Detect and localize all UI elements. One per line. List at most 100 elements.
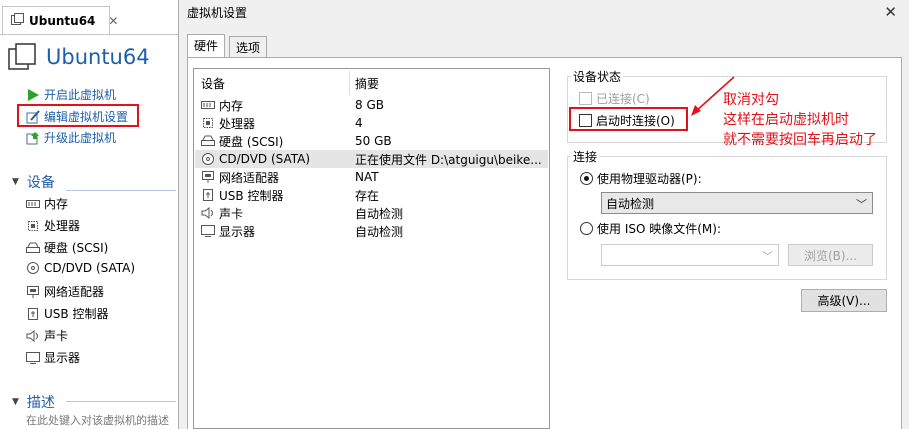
left-device-network[interactable]: 网络适配器 bbox=[26, 283, 104, 300]
device-name: 处理器 bbox=[219, 116, 256, 131]
table-row[interactable]: 处理器 4 bbox=[195, 114, 548, 132]
collapse-triangle-icon: ▼ bbox=[12, 177, 19, 187]
table-row[interactable]: 硬盘 (SCSI) 50 GB bbox=[195, 132, 548, 150]
use-iso-radio[interactable]: 使用 ISO 映像文件(M): bbox=[580, 220, 721, 237]
devices-section-label: 设备 bbox=[26, 175, 55, 191]
left-device-memory[interactable]: 内存 bbox=[26, 195, 68, 212]
vm-name-title: Ubuntu64 bbox=[46, 45, 150, 69]
browse-button[interactable]: 浏览(B)... bbox=[788, 244, 873, 266]
description-placeholder[interactable]: 在此处键入对该虚拟机的描述 bbox=[26, 412, 169, 428]
left-device-usb[interactable]: USB 控制器 bbox=[26, 305, 108, 322]
connection-legend: 连接 bbox=[573, 150, 598, 164]
sound-icon bbox=[201, 207, 215, 219]
use-physical-drive-radio[interactable]: 使用物理驱动器(P): bbox=[580, 170, 702, 187]
vm-settings-dialog: 虚拟机设置 ✕ 硬件 选项 设备 摘要 内存 8 GB 处理器 4 硬盘 (SC… bbox=[178, 0, 909, 429]
tab-options[interactable]: 选项 bbox=[229, 36, 268, 57]
connected-label: 已连接(C) bbox=[596, 92, 650, 106]
column-header-device[interactable]: 设备 bbox=[201, 75, 225, 92]
table-row[interactable]: 声卡 自动检测 bbox=[195, 204, 548, 222]
upgrade-vm-label: 升级此虚拟机 bbox=[44, 131, 117, 145]
power-on-label: 开启此虚拟机 bbox=[44, 88, 117, 102]
left-device-display[interactable]: 显示器 bbox=[26, 349, 80, 366]
display-icon bbox=[201, 225, 215, 237]
cdrom-icon bbox=[201, 153, 215, 165]
annotation-line-3: 就不需要按回车再启动了 bbox=[723, 132, 877, 148]
column-header-summary[interactable]: 摘要 bbox=[355, 75, 379, 92]
dialog-close-icon[interactable]: ✕ bbox=[884, 3, 897, 21]
left-device-cpu[interactable]: 处理器 bbox=[26, 217, 80, 234]
device-name: 硬盘 (SCSI) bbox=[219, 134, 284, 149]
device-name: 显示器 bbox=[219, 224, 256, 239]
vm-header: Ubuntu64 bbox=[8, 42, 150, 72]
usb-icon bbox=[201, 189, 215, 201]
vm-library-pane: Ubuntu64 ✕ Ubuntu64 开启此虚拟机 编辑虚拟机设置 升级此虚拟… bbox=[0, 0, 178, 429]
device-name: 声卡 bbox=[219, 206, 244, 221]
description-divider bbox=[66, 401, 176, 402]
tab-divider bbox=[0, 34, 178, 35]
advanced-button[interactable]: 高级(V)... bbox=[801, 289, 887, 312]
physical-radio-dot[interactable] bbox=[580, 172, 593, 185]
iso-file-combobox[interactable]: ﹀ bbox=[601, 244, 779, 266]
left-device-label: 网络适配器 bbox=[44, 285, 105, 299]
table-row[interactable]: 网络适配器 NAT bbox=[195, 168, 548, 186]
vm-tab[interactable]: Ubuntu64 ✕ bbox=[2, 6, 118, 34]
left-device-cdrom[interactable]: CD/DVD (SATA) bbox=[26, 261, 135, 275]
harddisk-icon bbox=[201, 135, 215, 147]
device-summary: 8 GB bbox=[355, 98, 384, 112]
left-device-label: 内存 bbox=[44, 197, 69, 211]
cpu-icon bbox=[26, 220, 40, 232]
usb-icon bbox=[26, 307, 40, 320]
annotation-line-1: 取消对勾 bbox=[723, 92, 779, 108]
network-icon bbox=[26, 285, 40, 298]
left-device-label: 硬盘 (SCSI) bbox=[44, 241, 109, 255]
device-summary: 正在使用文件 D:\atguigu\beike... bbox=[355, 152, 542, 167]
devices-divider bbox=[66, 190, 176, 191]
left-device-sound[interactable]: 声卡 bbox=[26, 327, 68, 344]
vm-tab-icon bbox=[11, 12, 24, 29]
left-device-label: 处理器 bbox=[44, 219, 81, 233]
connected-checkbox-box[interactable] bbox=[579, 92, 592, 105]
description-section-label: 描述 bbox=[26, 395, 55, 411]
device-status-legend: 设备状态 bbox=[573, 70, 622, 84]
device-summary: 4 bbox=[355, 116, 363, 130]
use-iso-label: 使用 ISO 映像文件(M): bbox=[597, 222, 721, 236]
iso-radio-dot[interactable] bbox=[580, 222, 593, 235]
memory-icon bbox=[201, 99, 215, 111]
device-summary: 自动检测 bbox=[355, 206, 404, 221]
cdrom-icon bbox=[26, 262, 40, 274]
chevron-down-icon: ﹀ bbox=[856, 198, 867, 211]
tab-hardware[interactable]: 硬件 bbox=[187, 34, 226, 58]
connected-checkbox[interactable]: 已连接(C) bbox=[579, 90, 650, 107]
vm-icon bbox=[8, 43, 36, 70]
device-name: CD/DVD (SATA) bbox=[219, 152, 311, 166]
table-row[interactable]: USB 控制器 存在 bbox=[195, 186, 548, 204]
power-on-action[interactable]: 开启此虚拟机 bbox=[26, 86, 116, 103]
table-row[interactable]: 内存 8 GB bbox=[195, 96, 548, 114]
devices-section-header[interactable]: ▼ 设备 bbox=[12, 172, 55, 192]
annotation-line-2: 这样在启动虚拟机时 bbox=[723, 112, 849, 128]
vm-tab-title: Ubuntu64 bbox=[29, 13, 96, 28]
sound-icon bbox=[26, 329, 40, 342]
harddisk-icon bbox=[26, 242, 40, 254]
upgrade-vm-action[interactable]: 升级此虚拟机 bbox=[26, 129, 116, 146]
left-device-label: CD/DVD (SATA) bbox=[44, 261, 136, 275]
vm-tab-close-icon[interactable]: ✕ bbox=[108, 14, 118, 28]
device-name: 内存 bbox=[219, 98, 244, 113]
collapse-triangle-icon: ▼ bbox=[12, 397, 19, 407]
table-row-selected[interactable]: CD/DVD (SATA) 正在使用文件 D:\atguigu\beike... bbox=[195, 150, 548, 168]
physical-drive-select[interactable]: 自动检测 ﹀ bbox=[601, 192, 873, 214]
left-device-label: 声卡 bbox=[44, 329, 69, 343]
edit-settings-highlight bbox=[17, 104, 139, 127]
hardware-device-list[interactable]: 设备 摘要 内存 8 GB 处理器 4 硬盘 (SCSI) 50 GB CD/D… bbox=[193, 68, 550, 429]
device-name: USB 控制器 bbox=[219, 188, 284, 203]
table-row[interactable]: 显示器 自动检测 bbox=[195, 222, 548, 240]
column-divider bbox=[349, 71, 350, 95]
left-device-harddisk[interactable]: 硬盘 (SCSI) bbox=[26, 239, 108, 256]
description-section-header[interactable]: ▼ 描述 bbox=[12, 392, 55, 412]
network-icon bbox=[201, 171, 215, 183]
physical-drive-value: 自动检测 bbox=[606, 196, 655, 211]
checkbox-highlight bbox=[569, 107, 688, 131]
upgrade-icon bbox=[26, 131, 40, 145]
chevron-down-icon: ﹀ bbox=[762, 250, 773, 263]
use-physical-label: 使用物理驱动器(P): bbox=[597, 172, 702, 186]
